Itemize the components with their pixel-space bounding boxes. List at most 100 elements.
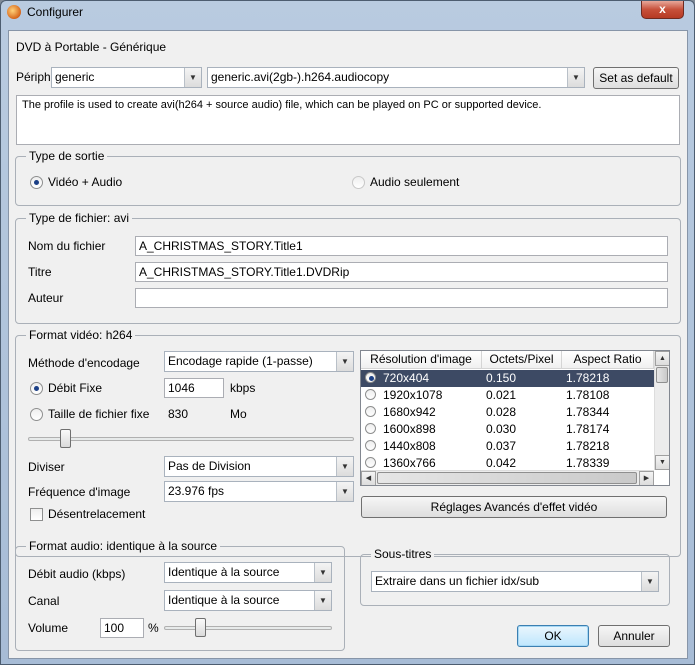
file-type-group: Type de fichier: avi Nom du fichier A_CH… [15, 211, 681, 324]
bitrate-unit: kbps [230, 381, 256, 395]
volume-label: Volume [28, 621, 69, 635]
table-row[interactable]: 1600x898 0.030 1.78174 [361, 421, 654, 438]
table-cell: 0.030 [486, 422, 517, 436]
split-label: Diviser [28, 460, 65, 474]
resolution-radio[interactable] [365, 372, 376, 383]
size-unit: Mo [230, 407, 247, 421]
resolution-radio[interactable] [365, 457, 376, 468]
table-cell: 1440x808 [383, 439, 436, 453]
audio-format-group: Format audio: identique à la source Débi… [15, 539, 345, 651]
audio-only-radio[interactable] [352, 176, 365, 189]
output-type-title: Type de sortie [26, 149, 108, 163]
resolution-table: Résolution d'image Octets/Pixel Aspect R… [360, 350, 670, 486]
set-default-button[interactable]: Set as default [593, 67, 679, 89]
resolution-radio[interactable] [365, 440, 376, 451]
scroll-down-icon[interactable]: ▼ [655, 455, 669, 470]
scroll-up-icon[interactable]: ▲ [655, 351, 669, 366]
split-select[interactable]: Pas de Division ▼ [164, 456, 354, 477]
fixed-bitrate-radio[interactable] [30, 382, 43, 395]
filename-input[interactable]: A_CHRISTMAS_STORY.Title1 [135, 236, 668, 256]
audio-bitrate-select[interactable]: Identique à la source ▼ [164, 562, 332, 583]
resolution-radio[interactable] [365, 423, 376, 434]
chevron-down-icon: ▼ [641, 572, 658, 591]
horizontal-scrollbar[interactable]: ◀ ▶ [361, 470, 654, 485]
subtitles-value: Extraire dans un fichier idx/sub [375, 574, 540, 588]
file-type-title: Type de fichier: avi [26, 211, 133, 225]
profile-name: DVD à Portable - Générique [16, 40, 167, 54]
resolution-table-header: Résolution d'image Octets/Pixel Aspect R… [361, 351, 654, 369]
encoding-select[interactable]: Encodage rapide (1-passe) ▼ [164, 351, 354, 372]
scroll-left-icon[interactable]: ◀ [361, 471, 376, 485]
video-audio-label: Vidéo + Audio [48, 175, 123, 189]
framerate-select[interactable]: 23.976 fps ▼ [164, 481, 354, 502]
size-slider-thumb[interactable] [59, 429, 71, 448]
chevron-down-icon: ▼ [336, 352, 353, 371]
framerate-select-value: 23.976 fps [168, 484, 225, 498]
device-select[interactable]: generic ▼ [51, 67, 202, 88]
dialog-body: DVD à Portable - Générique Périph generi… [8, 30, 688, 659]
subtitles-select[interactable]: Extraire dans un fichier idx/sub ▼ [371, 571, 659, 592]
column-bytes-per-pixel[interactable]: Octets/Pixel [482, 351, 562, 369]
encoding-select-value: Encodage rapide (1-passe) [168, 354, 313, 368]
volume-slider-thumb[interactable] [195, 618, 207, 637]
table-cell: 1.78174 [566, 422, 610, 436]
title-input[interactable]: A_CHRISTMAS_STORY.Title1.DVDRip [135, 262, 668, 282]
table-row[interactable]: 1920x1078 0.021 1.78108 [361, 387, 654, 404]
table-row[interactable]: 1680x942 0.028 1.78344 [361, 404, 654, 421]
ok-button[interactable]: OK [517, 625, 589, 647]
chevron-down-icon: ▼ [314, 591, 331, 610]
fixed-size-input[interactable]: 830 [164, 404, 226, 424]
configure-window: Configurer x DVD à Portable - Générique … [0, 0, 695, 665]
fixed-bitrate-label: Débit Fixe [48, 381, 103, 395]
scroll-right-icon[interactable]: ▶ [639, 471, 654, 485]
table-cell: 0.150 [486, 371, 517, 385]
split-select-value: Pas de Division [168, 459, 251, 473]
table-row[interactable]: 1440x808 0.037 1.78218 [361, 438, 654, 455]
subtitles-group: Sous-titres Extraire dans un fichier idx… [360, 547, 670, 606]
volume-input[interactable]: 100 [100, 618, 144, 638]
author-label: Auteur [28, 291, 64, 305]
table-cell: 1600x898 [383, 422, 436, 436]
fixed-size-radio[interactable] [30, 408, 43, 421]
title-bar[interactable]: Configurer x [1, 1, 694, 23]
channel-value: Identique à la source [168, 593, 280, 607]
volume-unit: % [148, 621, 159, 635]
table-cell: 1.78108 [566, 388, 610, 402]
table-cell: 1680x942 [383, 405, 436, 419]
chevron-down-icon: ▼ [336, 457, 353, 476]
column-resolution[interactable]: Résolution d'image [361, 351, 482, 369]
fixed-bitrate-input[interactable]: 1046 [164, 378, 224, 398]
subtitles-title: Sous-titres [371, 547, 435, 561]
channel-label: Canal [28, 594, 60, 608]
resolution-radio[interactable] [365, 389, 376, 400]
audio-only-label: Audio seulement [370, 175, 460, 189]
table-cell: 1.78218 [566, 439, 610, 453]
column-aspect-ratio[interactable]: Aspect Ratio [562, 351, 654, 369]
profile-select[interactable]: generic.avi(2gb-).h264.audiocopy ▼ [207, 67, 585, 88]
chevron-down-icon: ▼ [567, 68, 584, 87]
app-icon [7, 5, 21, 19]
audio-bitrate-label: Débit audio (kbps) [28, 567, 126, 581]
close-button[interactable]: x [641, 1, 684, 19]
volume-slider-track[interactable] [164, 626, 332, 630]
window-title: Configurer [27, 5, 84, 19]
table-cell: 1920x1078 [383, 388, 443, 402]
resolution-radio[interactable] [365, 406, 376, 417]
table-row[interactable]: 720x404 0.150 1.78218 [361, 370, 654, 387]
video-audio-radio[interactable] [30, 176, 43, 189]
cancel-button[interactable]: Annuler [598, 625, 670, 647]
horizontal-scroll-thumb[interactable] [377, 472, 637, 484]
profile-select-value: generic.avi(2gb-).h264.audiocopy [211, 70, 390, 84]
deinterlace-label: Désentrelacement [48, 507, 146, 521]
deinterlace-checkbox[interactable] [30, 508, 43, 521]
author-input[interactable] [135, 288, 668, 308]
advanced-video-button[interactable]: Réglages Avancés d'effet vidéo [361, 496, 667, 518]
vertical-scroll-thumb[interactable] [656, 367, 668, 383]
chevron-down-icon: ▼ [314, 563, 331, 582]
channel-select[interactable]: Identique à la source ▼ [164, 590, 332, 611]
size-slider-track[interactable] [28, 437, 354, 441]
device-select-value: generic [55, 70, 95, 84]
fixed-size-label: Taille de fichier fixe [48, 407, 150, 421]
vertical-scrollbar[interactable]: ▲ ▼ [654, 351, 669, 470]
table-cell: 1.78218 [566, 371, 610, 385]
